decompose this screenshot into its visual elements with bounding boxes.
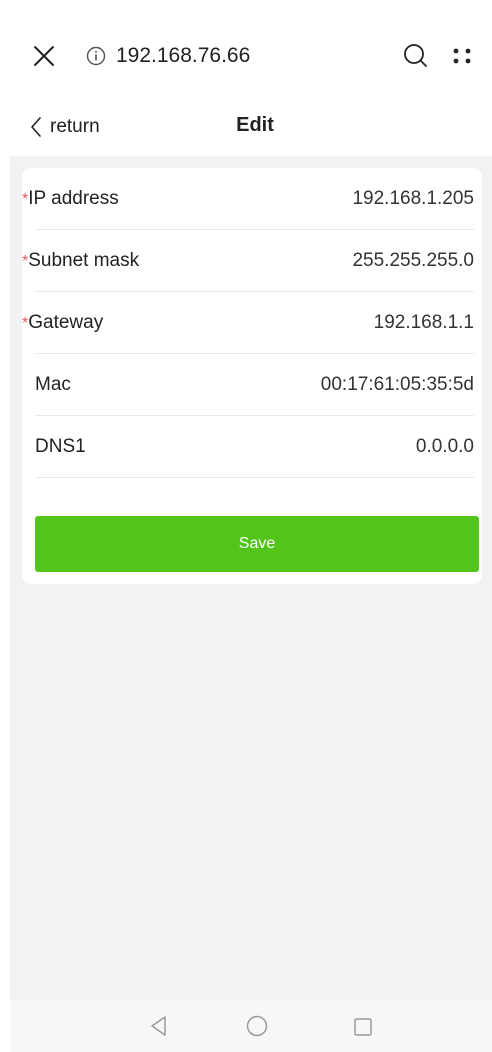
page-header: Edit return — [10, 98, 492, 156]
field-label: Mac — [35, 374, 71, 395]
address-bar-url[interactable]: 192.168.76.66 — [116, 44, 250, 68]
field-row-gateway[interactable]: *Gateway 192.168.1.1 — [22, 292, 482, 354]
field-row-mac[interactable]: Mac 00:17:61:05:35:5d — [22, 354, 482, 416]
triangle-back-icon[interactable] — [148, 1014, 170, 1043]
field-row-dns1[interactable]: DNS1 0.0.0.0 — [22, 416, 482, 478]
field-value-subnet-mask[interactable]: 255.255.255.0 — [352, 250, 474, 272]
square-recent-icon[interactable] — [352, 1016, 374, 1043]
chevron-left-icon — [31, 117, 41, 137]
field-row-ip-address[interactable]: *IP address 192.168.1.205 — [22, 168, 482, 230]
field-label: DNS1 — [35, 436, 86, 457]
field-value-ip-address[interactable]: 192.168.1.205 — [352, 188, 474, 210]
dots-menu-icon[interactable] — [450, 44, 474, 68]
field-label: *IP address — [22, 188, 119, 209]
network-settings-form: *IP address 192.168.1.205 *Subnet mask 2… — [22, 168, 482, 584]
info-icon[interactable] — [86, 46, 106, 66]
phone-screen: 192.168.76.66 Edit return *IP address 19… — [10, 0, 492, 1052]
field-label: *Gateway — [22, 312, 104, 333]
field-value-mac[interactable]: 00:17:61:05:35:5d — [321, 374, 474, 396]
field-value-dns1[interactable]: 0.0.0.0 — [416, 436, 474, 458]
browser-toolbar: 192.168.76.66 — [10, 0, 492, 98]
circle-home-icon[interactable] — [245, 1014, 269, 1043]
divider — [35, 477, 474, 478]
field-value-gateway[interactable]: 192.168.1.1 — [374, 312, 474, 334]
field-row-subnet-mask[interactable]: *Subnet mask 255.255.255.0 — [22, 230, 482, 292]
back-label: return — [50, 116, 100, 137]
field-label: *Subnet mask — [22, 250, 140, 271]
system-navigation-bar — [10, 1000, 492, 1052]
search-icon[interactable] — [402, 42, 430, 70]
back-button[interactable]: return — [30, 114, 100, 140]
save-button[interactable]: Save — [35, 516, 479, 572]
close-icon[interactable] — [32, 44, 56, 68]
